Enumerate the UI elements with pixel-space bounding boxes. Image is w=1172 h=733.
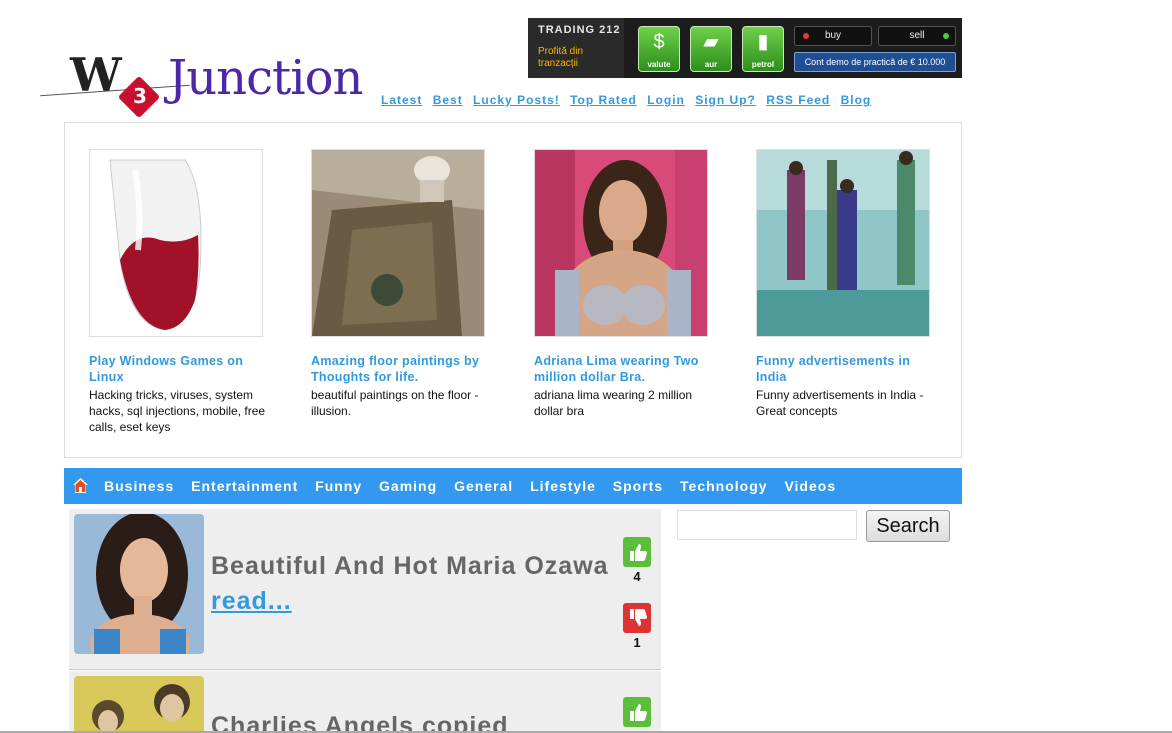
category-funny[interactable]: Funny bbox=[315, 478, 362, 494]
logo-w: W bbox=[70, 48, 122, 102]
site-logo[interactable]: W 3 Junction bbox=[40, 48, 380, 124]
category-gaming[interactable]: Gaming bbox=[379, 478, 437, 494]
post-thumbnail[interactable] bbox=[74, 676, 204, 731]
category-videos[interactable]: Videos bbox=[784, 478, 836, 494]
featured-desc: beautiful paintings on the floor - illus… bbox=[311, 388, 479, 418]
ad-tile-aur[interactable]: ▰ aur bbox=[690, 26, 732, 72]
nav-rss-feed[interactable]: RSS Feed bbox=[766, 93, 830, 107]
thumbs-up-icon[interactable] bbox=[623, 537, 651, 567]
ad-buy-button[interactable]: buy bbox=[794, 26, 872, 46]
ad-tagline: Profită din tranzacții bbox=[538, 46, 584, 69]
ad-buy-label: buy bbox=[824, 30, 842, 41]
green-dot-icon bbox=[943, 33, 949, 39]
search-input[interactable] bbox=[677, 510, 857, 540]
featured-title[interactable]: Play Windows Games on Linux bbox=[89, 353, 264, 385]
featured-title[interactable]: Adriana Lima wearing Two million dollar … bbox=[534, 353, 709, 385]
featured-title[interactable]: Funny advertisements in India bbox=[756, 353, 931, 385]
street-photo[interactable] bbox=[756, 149, 930, 337]
ad-banner[interactable]: TRADING 212 Profită din tranzacții $ val… bbox=[528, 18, 962, 78]
read-more-link[interactable]: read... bbox=[211, 587, 292, 615]
dollar-icon: $ bbox=[653, 31, 665, 53]
post-item: Beautiful And Hot Maria Ozawa read... 4 … bbox=[69, 509, 661, 670]
search-button[interactable]: Search bbox=[866, 510, 950, 542]
featured-desc: Hacking tricks, viruses, system hacks, s… bbox=[89, 388, 266, 434]
category-business[interactable]: Business bbox=[104, 478, 174, 494]
featured-title[interactable]: Amazing floor paintings by Thoughts for … bbox=[311, 353, 486, 385]
post-title-text: Charlies Angels copied bbox=[211, 712, 509, 731]
ad-tile-label: aur bbox=[704, 60, 718, 69]
logo-number: 3 bbox=[133, 84, 147, 108]
featured-box: Play Windows Games on Linux Hacking tric… bbox=[64, 122, 962, 458]
post-thumbnail[interactable] bbox=[74, 514, 204, 654]
logo-name: Junction bbox=[168, 50, 363, 106]
thumbs-down-icon[interactable] bbox=[623, 603, 651, 633]
post-title-text: Beautiful And Hot Maria Ozawa bbox=[211, 552, 609, 580]
nav-top-rated[interactable]: Top Rated bbox=[570, 93, 637, 107]
featured-card[interactable]: Funny advertisements in India Funny adve… bbox=[756, 149, 946, 419]
ad-tile-label: petrol bbox=[751, 60, 775, 69]
category-technology[interactable]: Technology bbox=[680, 478, 768, 494]
ad-demo-button[interactable]: Cont demo de practică de € 10.000 bbox=[794, 52, 956, 72]
post-title[interactable]: Charlies Angels copied bbox=[211, 709, 611, 731]
category-bar: Business Entertainment Funny Gaming Gene… bbox=[64, 468, 962, 504]
ad-tile-valute[interactable]: $ valute bbox=[638, 26, 680, 72]
ad-sell-button[interactable]: sell bbox=[878, 26, 956, 46]
category-sports[interactable]: Sports bbox=[613, 478, 663, 494]
post-title[interactable]: Beautiful And Hot Maria Ozawa read... bbox=[211, 549, 611, 619]
nav-best[interactable]: Best bbox=[433, 93, 463, 107]
nav-latest[interactable]: Latest bbox=[381, 93, 422, 107]
upvote-count: 4 bbox=[633, 569, 641, 584]
featured-desc: adriana lima wearing 2 million dollar br… bbox=[534, 388, 693, 418]
ad-tile-petrol[interactable]: ▮ petrol bbox=[742, 26, 784, 72]
nav-lucky-posts[interactable]: Lucky Posts! bbox=[473, 93, 560, 107]
nav-blog[interactable]: Blog bbox=[841, 93, 872, 107]
category-lifestyle[interactable]: Lifestyle bbox=[530, 478, 596, 494]
featured-card[interactable]: Adriana Lima wearing Two million dollar … bbox=[534, 149, 724, 419]
wine-glass-icon[interactable] bbox=[89, 149, 263, 337]
home-icon[interactable] bbox=[72, 477, 89, 494]
featured-card[interactable]: Play Windows Games on Linux Hacking tric… bbox=[89, 149, 279, 435]
featured-desc: Funny advertisements in India - Great co… bbox=[756, 388, 924, 418]
ad-brand: TRADING 212 bbox=[538, 24, 621, 36]
ad-sell-label: sell bbox=[909, 30, 925, 41]
red-dot-icon bbox=[803, 33, 809, 39]
downvote-count: 1 bbox=[633, 635, 641, 650]
category-list: Business Entertainment Funny Gaming Gene… bbox=[104, 478, 848, 494]
thumbs-up-icon[interactable] bbox=[623, 697, 651, 727]
oil-barrel-icon: ▮ bbox=[757, 31, 769, 53]
top-nav: Latest Best Lucky Posts! Top Rated Login… bbox=[381, 93, 877, 107]
nav-sign-up[interactable]: Sign Up? bbox=[695, 93, 756, 107]
ad-tile-label: valute bbox=[647, 60, 671, 69]
portrait-photo[interactable] bbox=[534, 149, 708, 337]
floor-painting-photo[interactable] bbox=[311, 149, 485, 337]
post-item: Charlies Angels copied bbox=[69, 671, 661, 731]
nav-login[interactable]: Login bbox=[647, 93, 685, 107]
gold-bar-icon: ▰ bbox=[703, 31, 719, 53]
featured-card[interactable]: Amazing floor paintings by Thoughts for … bbox=[311, 149, 501, 419]
category-entertainment[interactable]: Entertainment bbox=[191, 478, 298, 494]
category-general[interactable]: General bbox=[454, 478, 513, 494]
